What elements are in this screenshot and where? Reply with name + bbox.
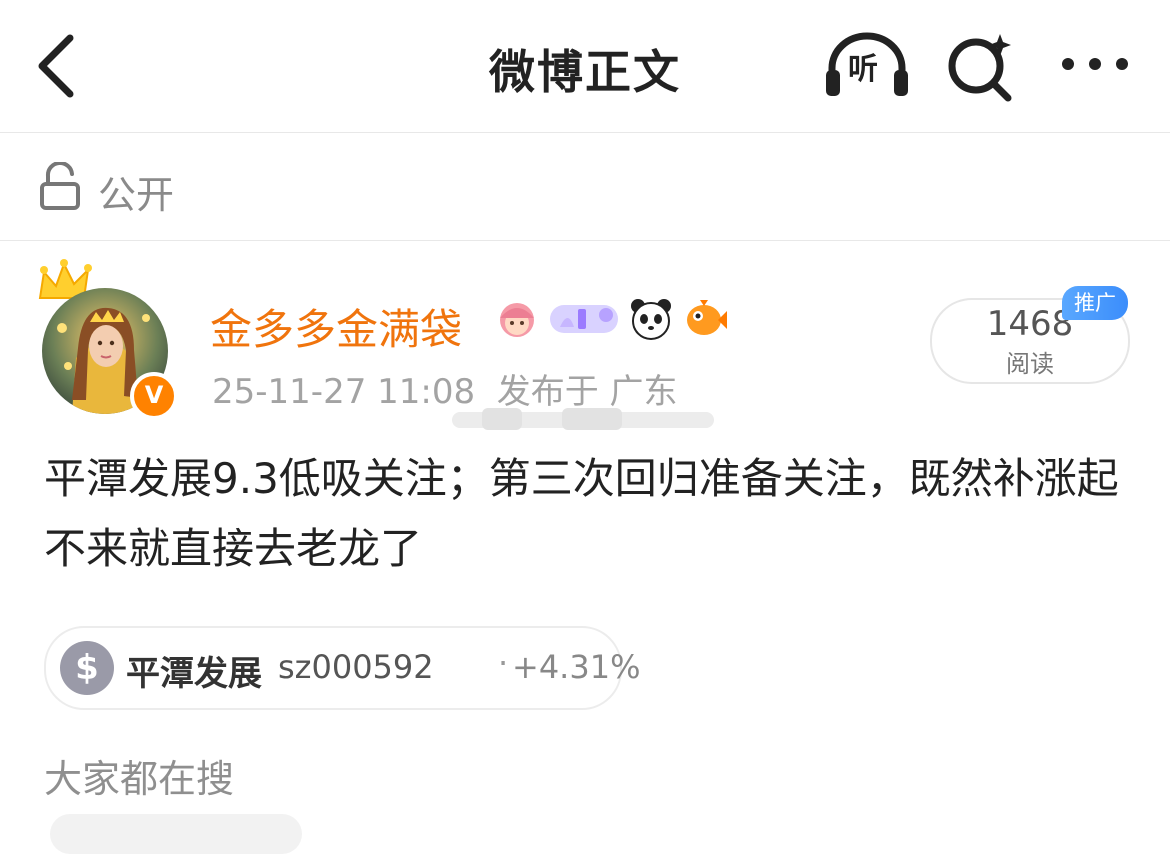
listen-button[interactable]: 听 [822,30,912,100]
member-pill-icon [550,305,618,333]
more-options-icon[interactable] [1058,44,1132,84]
girl-emoji-icon [500,303,534,337]
stock-separator: · [498,644,509,682]
hot-search-heading: 大家都在搜 [44,757,235,801]
stock-chip[interactable]: $ 平潭发展 sz000592 · +4.31% [44,626,640,710]
dollar-icon: $ [60,641,114,695]
listen-label: 听 [848,52,878,87]
blurred-caption [452,408,714,430]
stock-change: +4.31% [512,648,641,686]
panda-icon [631,299,671,340]
visibility-label: 公开 [98,173,175,217]
stock-code: sz000592 [278,648,434,686]
unlock-icon [40,162,80,210]
promote-badge[interactable]: 推广 [1062,286,1128,320]
post-content: 平潭发展9.3低吸关注；第三次回归准备关注，既然补涨起不来就直接去老龙了 [44,454,1119,573]
search-icon[interactable] [944,28,1018,102]
user-badges [494,296,728,342]
post-time: 25-11-27 11:08 [212,372,476,412]
hot-search-pill[interactable] [50,814,302,854]
visibility-row [0,133,1170,241]
read-label: 阅读 [1006,350,1054,378]
username[interactable]: 金多多金满袋 [210,296,462,357]
verified-badge: V [130,372,178,420]
stock-name: 平潭发展 [126,654,262,694]
fish-icon [687,300,727,335]
